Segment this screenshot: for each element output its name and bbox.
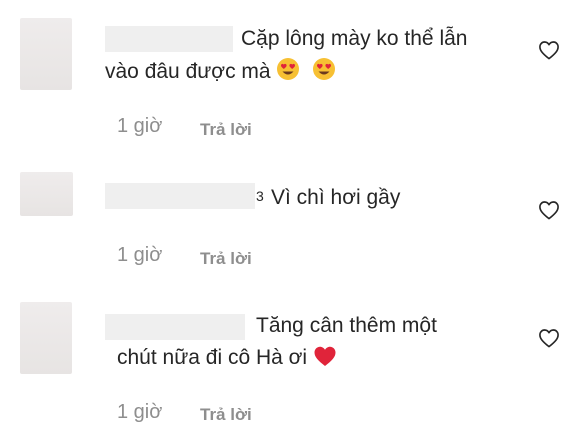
- comment-time: 1 giờ: [117, 244, 163, 266]
- comment-time: 1 giờ: [117, 401, 163, 423]
- comment-text-line-1: Cặp lông mày ko thể lẫn: [241, 27, 468, 50]
- comment-text-line-2: vào đâu được mà: [105, 60, 271, 83]
- like-heart-icon[interactable]: [538, 200, 560, 220]
- like-heart-icon[interactable]: [538, 328, 560, 348]
- comment-time: 1 giờ: [117, 115, 163, 137]
- comment-text-line-1: Tăng cân thêm một: [256, 314, 437, 337]
- avatar[interactable]: [20, 18, 72, 90]
- reply-button[interactable]: Trả lời: [200, 120, 252, 140]
- like-heart-icon[interactable]: [538, 40, 560, 60]
- comment-text-line-1: Vì chì hơi gầy: [271, 186, 401, 209]
- username-redacted[interactable]: [105, 183, 255, 209]
- comment-text: Vì chì hơi gầy: [271, 182, 400, 214]
- comment-text-cont: chút nữa đi cô Hà ơi: [117, 342, 337, 377]
- avatar[interactable]: [20, 172, 73, 216]
- reply-button[interactable]: Trả lời: [200, 249, 252, 269]
- comment-text: Cặp lông mày ko thể lẫn: [241, 23, 467, 55]
- heart-eyes-emoji-icon: [276, 57, 300, 91]
- comment-text-line-2: chút nữa đi cô Hà ơi: [117, 346, 308, 369]
- heart-eyes-emoji-icon: [312, 57, 336, 91]
- comment-text-cont: vào đâu được mà: [105, 56, 336, 91]
- reply-button[interactable]: Trả lời: [200, 405, 252, 425]
- username-tail: 3: [256, 188, 264, 204]
- red-heart-emoji-icon: [313, 345, 337, 377]
- username-redacted[interactable]: [105, 314, 245, 340]
- comment-text: Tăng cân thêm một: [256, 310, 437, 342]
- username-redacted[interactable]: [105, 26, 233, 52]
- avatar[interactable]: [20, 302, 72, 374]
